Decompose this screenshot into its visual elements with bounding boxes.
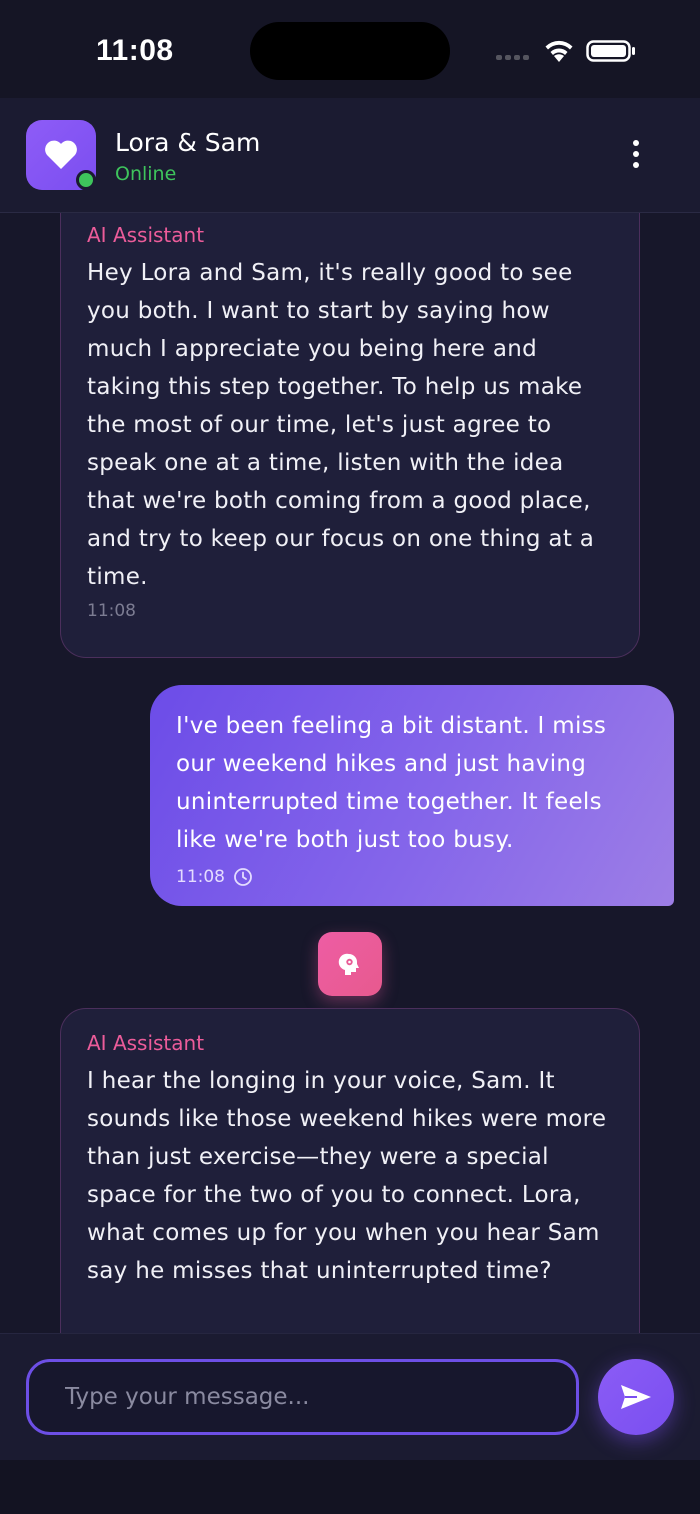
chat-title: Lora & Sam (115, 128, 261, 157)
send-button[interactable] (598, 1359, 674, 1435)
composer-bar (0, 1333, 700, 1460)
status-bar: 11:08 (0, 0, 700, 98)
message-time: 11:08 (87, 601, 136, 621)
clock-icon (234, 868, 252, 886)
heart-icon (45, 140, 77, 169)
battery-icon (586, 40, 635, 62)
brain-gear-icon (338, 953, 359, 975)
send-icon (621, 1385, 651, 1409)
message-text: Hey Lora and Sam, it's really good to se… (87, 260, 595, 590)
dynamic-island (250, 22, 450, 80)
sender-label: AI Assistant (87, 223, 205, 247)
message-input[interactable] (26, 1359, 579, 1435)
sender-label: AI Assistant (87, 1031, 205, 1055)
message-text: I hear the longing in your voice, Sam. I… (87, 1068, 607, 1284)
cellular-signal-icon (496, 55, 529, 60)
ai-thinking-badge (318, 932, 382, 996)
more-vertical-icon (633, 140, 639, 146)
message-text: I've been feeling a bit distant. I miss … (176, 713, 607, 853)
message-time: 11:08 (176, 867, 225, 887)
message-list[interactable]: AI Assistant Hey Lora and Sam, it's real… (0, 213, 700, 1333)
chat-header: Lora & Sam Online (0, 98, 700, 213)
online-indicator (76, 170, 96, 190)
user-message-bubble: I've been feeling a bit distant. I miss … (150, 685, 674, 906)
more-options-button[interactable] (620, 138, 652, 170)
home-indicator-area (0, 1460, 700, 1514)
ai-message-bubble: AI Assistant I hear the longing in your … (60, 1008, 640, 1333)
ai-message-bubble: AI Assistant Hey Lora and Sam, it's real… (60, 213, 640, 658)
online-status: Online (115, 163, 177, 185)
wifi-icon (545, 40, 573, 62)
message-meta: 11:08 (176, 867, 648, 887)
status-time: 11:08 (96, 34, 174, 67)
